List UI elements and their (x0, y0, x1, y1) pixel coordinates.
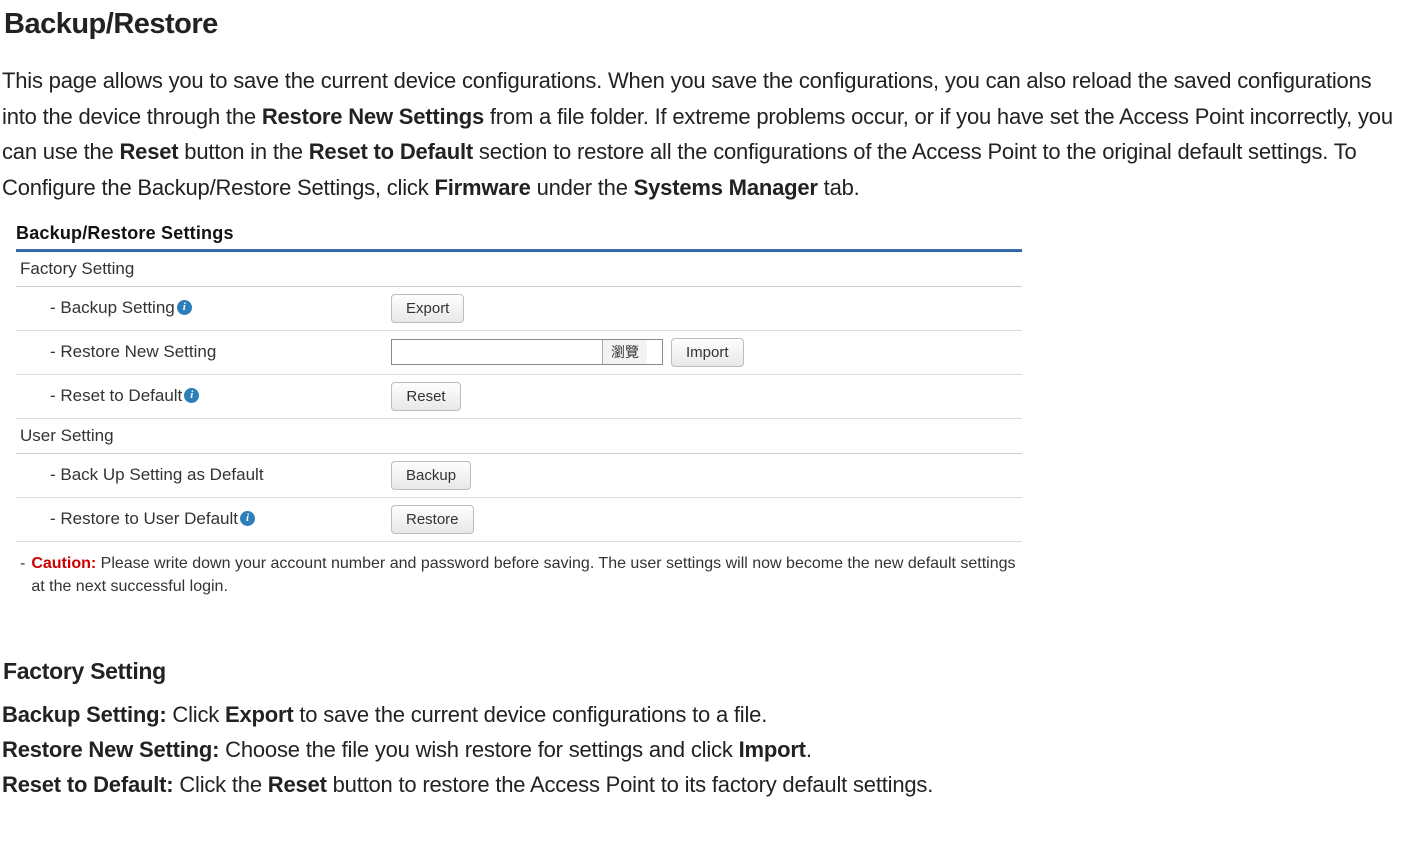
def-text: Click (166, 702, 225, 727)
info-icon[interactable]: i (184, 388, 199, 403)
def-label: Reset to Default: (2, 772, 173, 797)
caution-note: - Caution: Please write down your accoun… (16, 542, 1022, 602)
def-bold: Reset (268, 772, 327, 797)
intro-text: tab. (818, 175, 860, 200)
def-label: Restore New Setting: (2, 737, 219, 762)
restore-new-setting-row: - Restore New Setting 瀏覽 Import (16, 331, 1022, 375)
intro-paragraph: This page allows you to save the current… (2, 63, 1409, 206)
reset-to-default-row: - Reset to Default i Reset (16, 375, 1022, 419)
backup-setting-row: - Backup Setting i Export (16, 287, 1022, 331)
factory-setting-header: Factory Setting (16, 252, 1022, 287)
restore-button[interactable]: Restore (391, 505, 474, 534)
intro-bold: Systems Manager (634, 175, 818, 200)
browse-button[interactable]: 瀏覽 (602, 340, 647, 364)
label-text: - Backup Setting (50, 298, 175, 318)
info-icon[interactable]: i (240, 511, 255, 526)
reset-button[interactable]: Reset (391, 382, 461, 411)
settings-panel: Backup/Restore Settings Factory Setting … (16, 218, 1022, 602)
restore-user-default-row: - Restore to User Default i Restore (16, 498, 1022, 542)
intro-bold: Firmware (434, 175, 530, 200)
intro-bold: Restore New Settings (262, 104, 484, 129)
definition-restore: Restore New Setting: Choose the file you… (2, 732, 1409, 767)
backup-as-default-label: - Back Up Setting as Default (16, 465, 391, 485)
label-text: - Back Up Setting as Default (50, 465, 264, 485)
label-text: - Restore to User Default (50, 509, 238, 529)
def-text: button to restore the Access Point to it… (327, 772, 933, 797)
reset-to-default-label: - Reset to Default i (16, 386, 391, 406)
file-path-input[interactable] (392, 341, 602, 363)
definition-backup: Backup Setting: Click Export to save the… (2, 697, 1409, 732)
backup-button[interactable]: Backup (391, 461, 471, 490)
restore-new-setting-label: - Restore New Setting (16, 342, 391, 362)
intro-text: under the (531, 175, 634, 200)
info-icon[interactable]: i (177, 300, 192, 315)
def-text: Click the (173, 772, 267, 797)
intro-text: button in the (178, 139, 308, 164)
factory-setting-title: Factory Setting (3, 658, 1409, 685)
caution-text: Please write down your account number an… (31, 555, 1015, 595)
file-chooser[interactable]: 瀏覽 (391, 339, 663, 365)
intro-bold: Reset (119, 139, 178, 164)
caution-dash: - (20, 552, 25, 598)
export-button[interactable]: Export (391, 294, 464, 323)
restore-user-default-label: - Restore to User Default i (16, 509, 391, 529)
user-setting-header: User Setting (16, 419, 1022, 454)
definition-reset: Reset to Default: Click the Reset button… (2, 767, 1409, 802)
backup-setting-label: - Backup Setting i (16, 298, 391, 318)
intro-bold: Reset to Default (309, 139, 473, 164)
backup-as-default-row: - Back Up Setting as Default Backup (16, 454, 1022, 498)
page-title: Backup/Restore (4, 8, 1409, 41)
caution-label: Caution: (31, 555, 96, 572)
factory-setting-definitions: Backup Setting: Click Export to save the… (2, 697, 1409, 803)
panel-title: Backup/Restore Settings (16, 218, 1022, 249)
def-text: Choose the file you wish restore for set… (219, 737, 738, 762)
def-text: . (806, 737, 812, 762)
label-text: - Reset to Default (50, 386, 182, 406)
def-bold: Import (739, 737, 806, 762)
label-text: - Restore New Setting (50, 342, 216, 362)
import-button[interactable]: Import (671, 338, 744, 367)
def-label: Backup Setting: (2, 702, 166, 727)
def-text: to save the current device configuration… (293, 702, 767, 727)
def-bold: Export (225, 702, 293, 727)
